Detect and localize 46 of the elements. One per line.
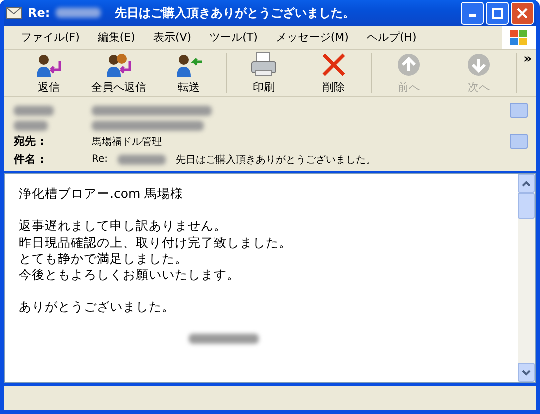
message-line: 返事遅れまして申し訳ありません。 — [19, 218, 228, 235]
menu-item[interactable]: 表示(V) — [144, 30, 201, 45]
redacted-text — [118, 154, 166, 164]
person-arrow-icon — [104, 52, 134, 78]
message-line: とても静かで満足しました。 — [19, 250, 189, 268]
close-icon — [517, 8, 528, 18]
expand-toggle-icon[interactable] — [510, 103, 528, 118]
menu-item[interactable]: ファイル(F) — [12, 30, 89, 45]
redacted-text — [189, 334, 259, 344]
toolbar-button[interactable]: 返信 — [14, 51, 84, 95]
menu-item[interactable]: メッセージ(M) — [266, 30, 358, 45]
message-line: 昨日現品確認の上、取り付け完了致しました。 — [19, 234, 293, 251]
expand-toggle-icon[interactable] — [510, 134, 528, 149]
subject-prefix: Re: — [92, 154, 108, 165]
x-icon — [321, 52, 347, 78]
toolbar-button[interactable]: 印刷 — [229, 51, 299, 95]
message-line: 今後ともよろしくお願いいたします。 — [19, 267, 241, 284]
toolbar-button[interactable]: 転送 — [154, 51, 224, 95]
maximize-button[interactable] — [486, 2, 509, 24]
redacted-text — [14, 106, 54, 116]
scrollbar[interactable] — [518, 174, 535, 382]
windows-logo-icon — [502, 26, 536, 49]
toolbar-button[interactable]: 全員へ返信 — [84, 51, 154, 95]
redacted-text — [56, 8, 102, 18]
menu-item[interactable]: ツール(T) — [200, 30, 267, 45]
toolbar-button[interactable]: 削除 — [299, 51, 369, 95]
scroll-down-button[interactable] — [518, 363, 535, 382]
message-line: ありがとうございました。 — [19, 299, 176, 316]
window-title-prefix: Re: — [28, 6, 50, 20]
scroll-up-button[interactable] — [518, 174, 535, 193]
scroll-thumb[interactable] — [518, 193, 535, 219]
menu-item[interactable]: 編集(E) — [88, 30, 144, 45]
window-title: 先日はご購入頂きありがとうございました。 — [115, 4, 356, 22]
toolbar-overflow-button[interactable]: » — [520, 50, 536, 69]
field-value: 先日はご購入頂きありがとうございました。 — [176, 154, 376, 166]
minimize-button[interactable] — [461, 2, 484, 24]
close-button[interactable] — [511, 2, 534, 24]
maximize-icon — [492, 8, 503, 18]
menu-item[interactable]: ヘルプ(H) — [358, 30, 426, 45]
message-line: 浄化槽ブロアー.com 馬場様 — [19, 186, 185, 202]
field-value: 馬場福ドル管理 — [92, 136, 163, 148]
field-label: 宛先 : — [14, 134, 46, 149]
field-label: 件名 : — [14, 152, 46, 167]
printer-icon — [249, 52, 279, 78]
redacted-text — [14, 121, 48, 131]
envelope-icon — [6, 7, 22, 19]
